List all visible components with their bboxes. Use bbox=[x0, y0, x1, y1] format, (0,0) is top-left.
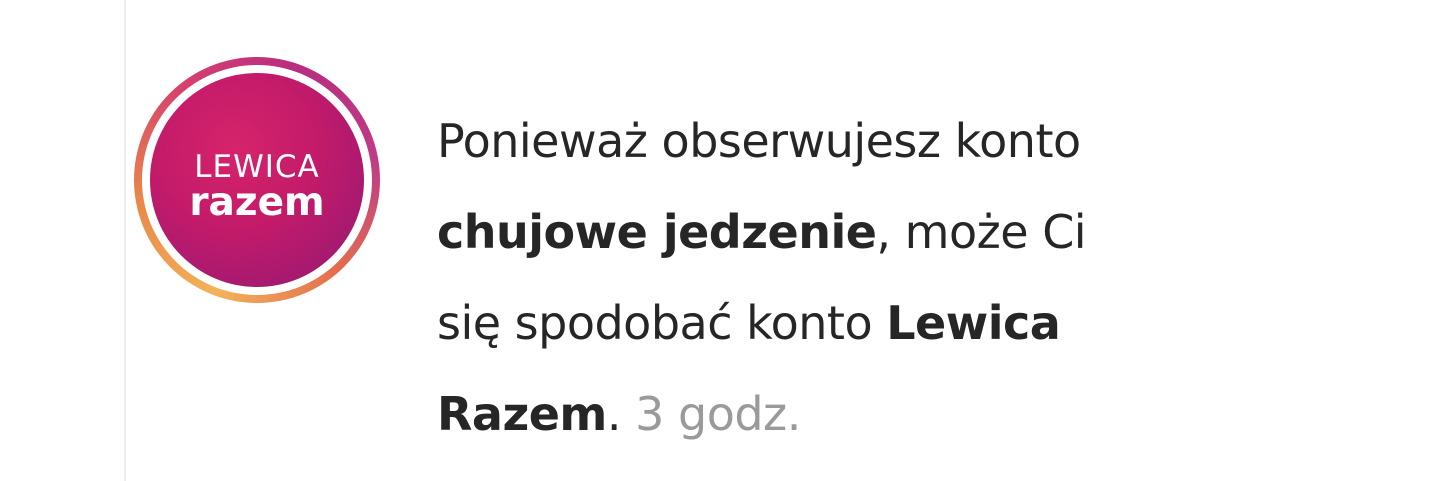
avatar-story-ring[interactable]: LEWICA razem bbox=[134, 57, 380, 303]
message-line2-rest: , może Ci bbox=[876, 205, 1087, 259]
logo-text-lewica: LEWICA bbox=[194, 149, 320, 185]
notification-panel: LEWICA razem Ponieważ obserwujesz konto … bbox=[0, 0, 1443, 481]
avatar-ring-gap: LEWICA razem bbox=[142, 65, 372, 295]
message-line3: się spodobać konto bbox=[437, 296, 887, 350]
suggested-account-link-part1[interactable]: Lewica bbox=[886, 296, 1061, 350]
logo-text-razem: razem bbox=[189, 180, 325, 225]
notification-message: Ponieważ obserwujesz konto chujowe jedze… bbox=[437, 96, 1337, 460]
suggested-account-notification[interactable]: LEWICA razem Ponieważ obserwujesz konto … bbox=[0, 0, 1443, 481]
notification-timestamp: 3 godz. bbox=[635, 387, 801, 441]
message-period: . bbox=[606, 387, 622, 441]
lewica-razem-logo: LEWICA razem bbox=[150, 151, 364, 223]
followed-account-link[interactable]: chujowe jedzenie bbox=[437, 205, 877, 259]
suggested-account-link-part2[interactable]: Razem bbox=[437, 387, 607, 441]
avatar[interactable]: LEWICA razem bbox=[150, 73, 364, 287]
message-line1: Ponieważ obserwujesz konto bbox=[437, 114, 1081, 168]
